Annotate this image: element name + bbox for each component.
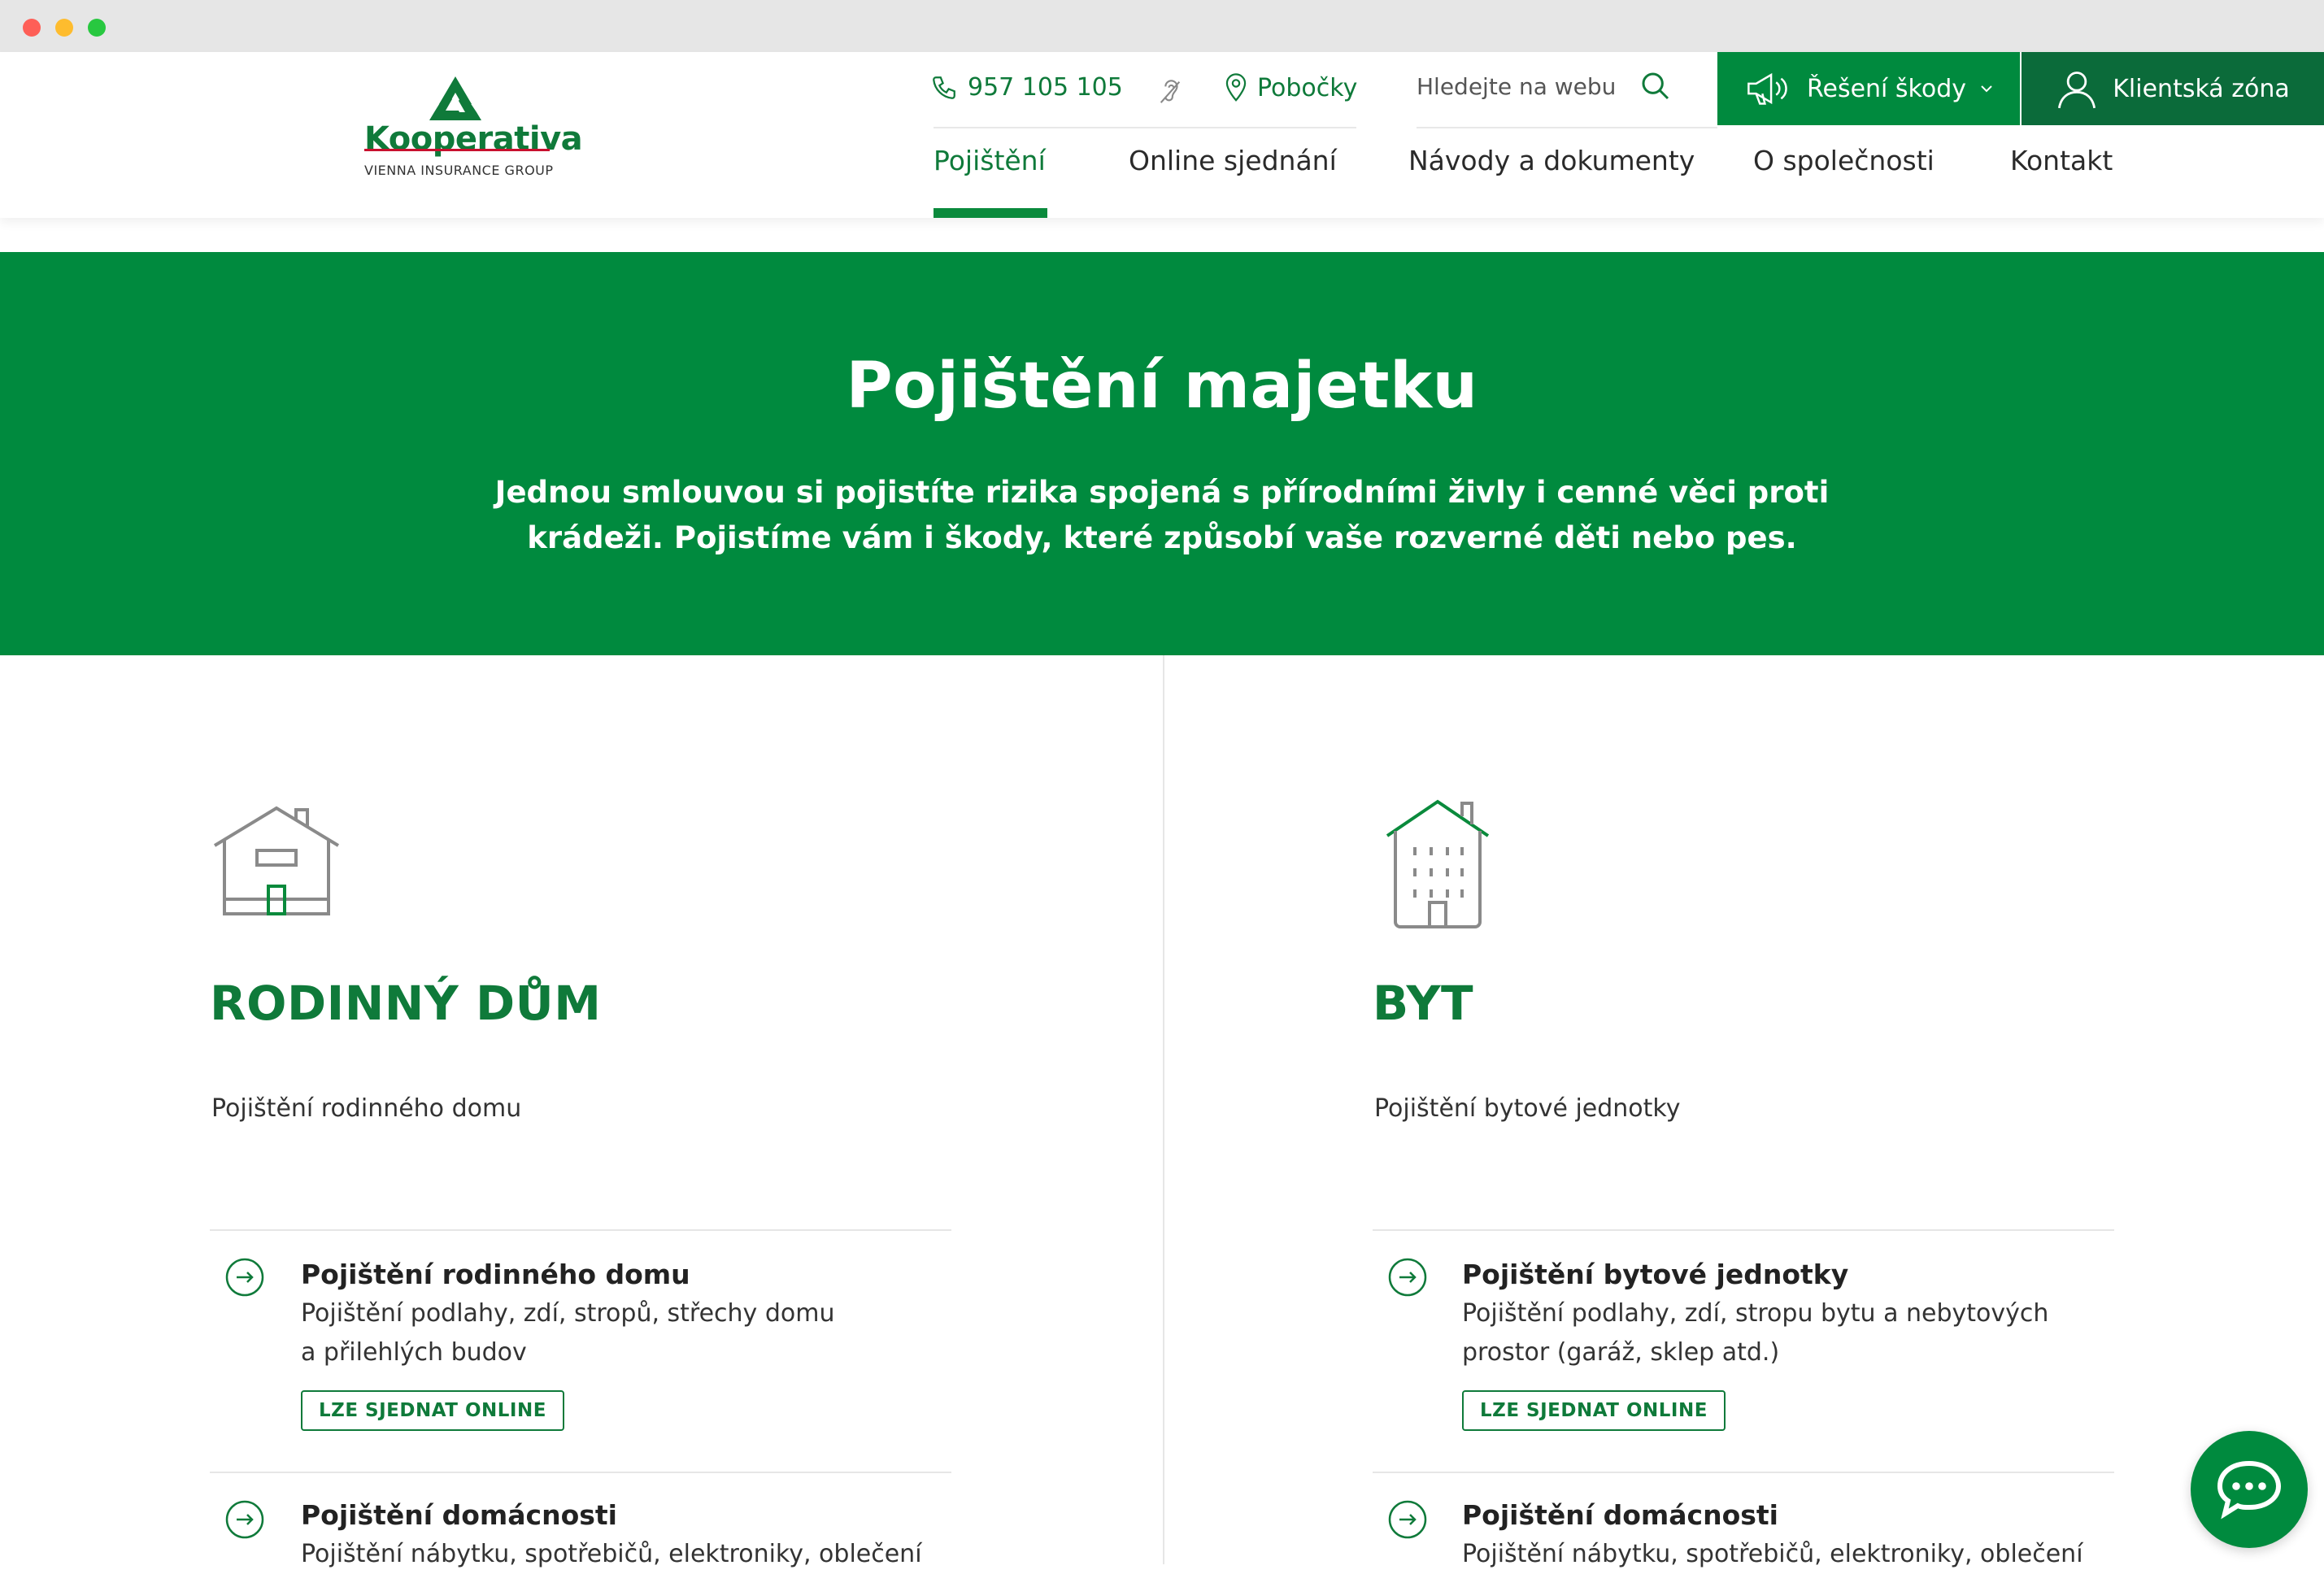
nav-item-guides[interactable]: Návody a dokumenty (1408, 145, 1695, 176)
item-desc-line1: Pojištění nábytku, spotřebičů, elektroni… (301, 1540, 922, 1568)
hero-banner: Pojištění majetku Jednou smlouvou si poj… (0, 252, 2324, 655)
browser-titlebar (0, 0, 2324, 53)
logo-underline (364, 149, 550, 151)
column-subtitle-apartment: Pojištění bytové jednotky (1374, 1094, 1681, 1123)
link-household-insurance[interactable]: Pojištění domácnosti (1462, 1499, 1778, 1531)
claims-label: Řešení škody (1806, 74, 1966, 103)
maximize-window-icon[interactable] (88, 19, 106, 37)
search-icon[interactable] (1639, 70, 1672, 106)
hearing-accessibility-icon[interactable] (1156, 75, 1184, 111)
nav-item-insurance[interactable]: Pojištění (934, 145, 1046, 176)
map-pin-icon (1225, 73, 1247, 102)
item-desc-line1: Pojištění podlahy, zdí, stropu bytu a ne… (1462, 1299, 2049, 1328)
search-placeholder: Hledejte na webu (1417, 73, 1617, 100)
logo-tagline: VIENNA INSURANCE GROUP (364, 163, 554, 178)
online-badge[interactable]: LZE SJEDNAT ONLINE (301, 1390, 564, 1431)
arrow-right-circle-icon[interactable] (1387, 1499, 1428, 1543)
online-badge[interactable]: LZE SJEDNAT ONLINE (1462, 1390, 1726, 1431)
branches-label: Pobočky (1257, 73, 1358, 102)
chat-bubble-icon (2217, 1460, 2282, 1520)
column-divider (1163, 655, 1164, 1564)
item-desc-line1: Pojištění podlahy, zdí, stropů, střechy … (301, 1299, 835, 1328)
separator (1373, 1229, 2114, 1231)
search-underline (1417, 127, 1717, 128)
arrow-right-circle-icon[interactable] (224, 1499, 265, 1543)
client-zone-button[interactable]: Klientská zóna (2022, 52, 2324, 125)
phone-number: 957 105 105 (968, 73, 1123, 102)
column-subtitle-house: Pojištění rodinného domu (211, 1094, 522, 1123)
claims-button[interactable]: Řešení škody (1717, 52, 2020, 125)
separator (210, 1472, 951, 1473)
branches-link[interactable]: Pobočky (1225, 73, 1357, 102)
chevron-down-icon (1981, 85, 1992, 93)
user-icon (2058, 72, 2096, 109)
arrow-right-circle-icon[interactable] (224, 1257, 265, 1301)
link-household-insurance[interactable]: Pojištění domácnosti (301, 1499, 617, 1531)
item-desc-line1: Pojištění nábytku, spotřebičů, elektroni… (1462, 1540, 2083, 1568)
nav-item-online[interactable]: Online sjednání (1129, 145, 1337, 176)
house-icon (210, 805, 343, 922)
column-title-apartment: BYT (1373, 976, 1474, 1031)
item-desc-line2: prostor (garáž, sklep atd.) (1462, 1338, 1780, 1367)
apartment-building-icon (1382, 798, 1493, 933)
phone-icon (933, 76, 955, 99)
logo-wordmark[interactable]: Kooperativa (364, 120, 583, 158)
megaphone-icon (1747, 72, 1787, 105)
column-title-house: RODINNÝ DŮM (210, 976, 602, 1031)
hero-text: Jednou smlouvou si pojistíte rizika spoj… (494, 475, 1830, 555)
nav-active-indicator (934, 208, 1047, 218)
page-title: Pojištění majetku (846, 350, 1478, 423)
close-window-icon[interactable] (23, 19, 41, 37)
client-zone-label: Klientská zóna (2113, 74, 2290, 103)
minimize-window-icon[interactable] (55, 19, 73, 37)
chat-button[interactable] (2191, 1431, 2308, 1548)
nav-item-contact[interactable]: Kontakt (2010, 145, 2113, 176)
link-house-insurance[interactable]: Pojištění rodinného domu (301, 1259, 690, 1290)
link-apartment-insurance[interactable]: Pojištění bytové jednotky (1462, 1259, 1848, 1290)
arrow-right-circle-icon[interactable] (1387, 1257, 1428, 1301)
separator (1373, 1472, 2114, 1473)
item-desc-line2: a přilehlých budov (301, 1338, 527, 1367)
separator (210, 1229, 951, 1231)
phone-link[interactable]: 957 105 105 (930, 73, 1123, 102)
topbar-divider (934, 127, 1356, 128)
nav-item-company[interactable]: O společnosti (1753, 145, 1934, 176)
